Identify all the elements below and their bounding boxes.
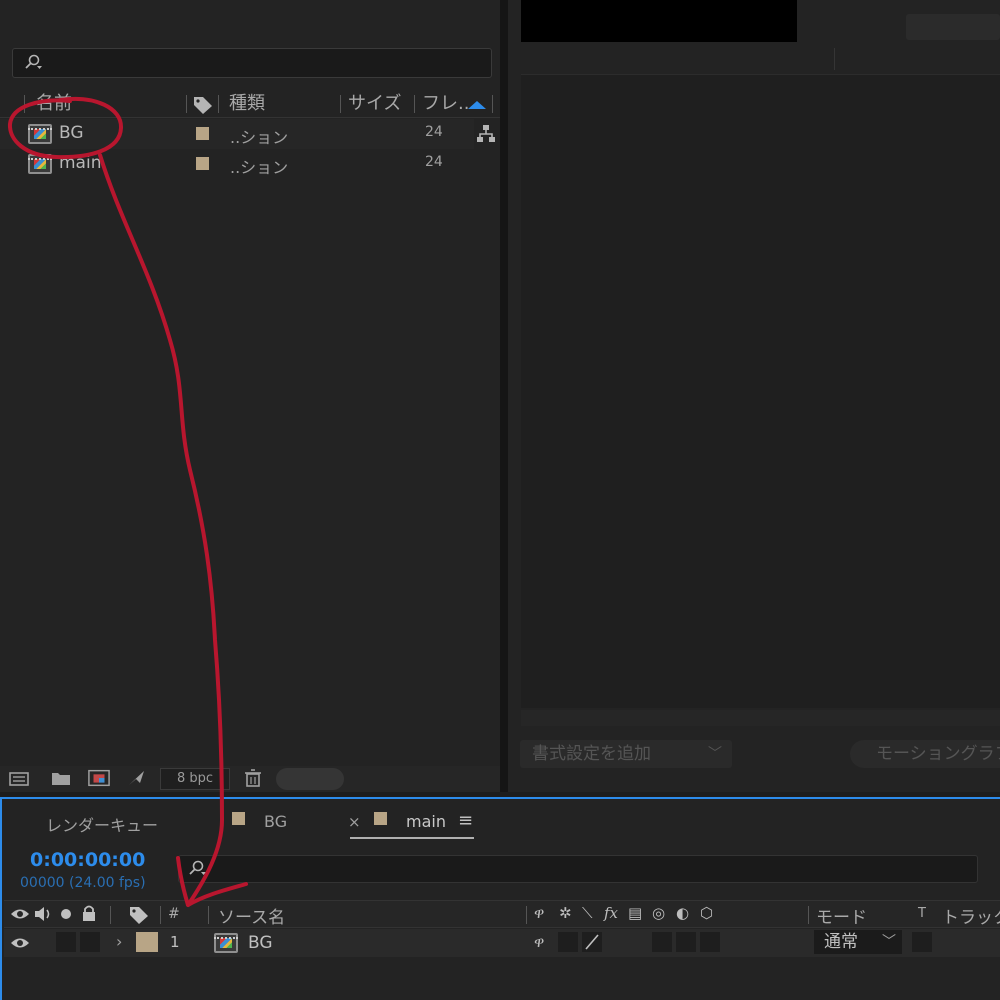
project-item-bg[interactable]: BG ..ション 24 — [0, 119, 474, 149]
layer-number: 1 — [170, 933, 180, 951]
search-icon — [25, 54, 42, 69]
close-tab-icon[interactable]: × — [348, 813, 361, 831]
column-separator — [414, 95, 415, 113]
frame-rate-readout: 00000 (24.00 fps) — [20, 875, 146, 891]
blend-mode-select[interactable]: 通常 ﹀ — [814, 930, 902, 954]
solo-icon[interactable] — [59, 907, 73, 921]
project-item-fps: 24 — [425, 124, 443, 140]
sort-ascending-icon[interactable] — [467, 100, 487, 110]
3d-layer-switch[interactable] — [700, 932, 720, 952]
project-item-fps: 24 — [425, 154, 443, 170]
project-footer: 8 bpc — [0, 766, 500, 792]
column-header-track-matte[interactable]: トラックマ — [942, 903, 1000, 928]
column-header-preserve-transparency[interactable]: T — [918, 906, 926, 921]
chevron-down-icon: ﹀ — [708, 746, 722, 762]
tab-render-queue[interactable]: レンダーキュー — [46, 812, 158, 835]
composition-viewer[interactable] — [521, 74, 1000, 708]
label-tag-icon[interactable] — [128, 905, 150, 925]
shy-switch-icon[interactable]: ዋ — [534, 933, 544, 951]
toolbar-divider — [834, 48, 835, 70]
column-header-number[interactable]: # — [168, 906, 180, 922]
composition-icon — [28, 124, 52, 144]
column-separator — [160, 906, 161, 924]
effects-icon[interactable]: fx — [604, 904, 618, 922]
label-tag-icon[interactable] — [192, 95, 214, 115]
render-icon[interactable] — [126, 769, 148, 787]
project-item-main[interactable]: main ..ション 24 — [0, 149, 474, 179]
flowchart-icon[interactable] — [476, 124, 496, 144]
3d-layer-icon[interactable]: ⬡ — [700, 904, 713, 922]
lock-toggle[interactable] — [80, 932, 100, 952]
active-tab-indicator — [350, 837, 474, 839]
composition-color-swatch — [374, 812, 387, 825]
adjustment-switch[interactable] — [676, 932, 696, 952]
motion-blur-switch[interactable] — [652, 932, 672, 952]
eye-icon[interactable] — [10, 907, 30, 921]
project-item-type: ..ション — [230, 158, 289, 177]
column-header-size[interactable]: サイズ — [348, 91, 401, 117]
collapse-transform-icon[interactable]: ✲ — [559, 904, 572, 922]
audio-speaker-icon[interactable] — [33, 905, 53, 923]
viewer-scrollbar[interactable] — [521, 710, 1000, 726]
composition-color-swatch — [232, 812, 245, 825]
column-header-name[interactable]: 名前 — [36, 91, 72, 117]
trash-icon[interactable] — [242, 769, 264, 787]
timeline-search-input[interactable] — [178, 855, 978, 883]
panel-divider[interactable] — [500, 0, 508, 792]
column-separator — [24, 95, 25, 113]
column-header-type[interactable]: 種類 — [229, 91, 265, 117]
solo-toggle[interactable] — [56, 932, 76, 952]
motion-graphics-button[interactable]: モーショングラフィ — [850, 740, 1000, 768]
quality-icon[interactable]: ⟍ — [582, 904, 593, 922]
folder-icon[interactable] — [50, 769, 72, 787]
panel-menu-icon[interactable]: ≡ — [458, 810, 473, 831]
project-item-name: BG — [59, 123, 84, 143]
column-separator — [808, 906, 809, 924]
collapse-switch[interactable] — [558, 932, 578, 952]
column-header-mode[interactable]: モード — [816, 903, 867, 928]
header-divider — [0, 117, 500, 118]
column-separator — [186, 95, 187, 113]
composition-thumbnail — [521, 0, 797, 42]
project-item-type: ..ション — [230, 128, 289, 147]
layer-source-name[interactable]: BG — [248, 933, 273, 953]
chevron-down-icon: ﹀ — [882, 934, 896, 950]
composition-icon — [214, 933, 238, 953]
layer-visibility-eye-icon[interactable] — [10, 936, 30, 950]
frame-blending-icon[interactable]: ▤ — [628, 904, 642, 922]
layer-label-color[interactable] — [136, 932, 158, 952]
quality-switch[interactable] — [582, 932, 602, 952]
column-separator — [340, 95, 341, 113]
project-item-name: main — [59, 153, 102, 173]
chevron-right-icon[interactable]: › — [116, 932, 122, 951]
bit-depth-button[interactable]: 8 bpc — [160, 768, 230, 790]
add-format-dropdown[interactable]: 書式設定を追加 ﹀ — [520, 740, 732, 768]
column-separator — [526, 906, 527, 924]
thumbnail-size-slider[interactable] — [276, 768, 344, 790]
preserve-transparency-toggle[interactable] — [912, 932, 932, 952]
interpret-footage-icon[interactable] — [8, 769, 30, 787]
label-color-swatch[interactable] — [196, 157, 209, 170]
quality-slash-icon — [585, 934, 599, 950]
column-header-source-name[interactable]: ソース名 — [218, 903, 285, 928]
column-separator — [492, 95, 493, 113]
shy-icon[interactable]: ዋ — [534, 904, 544, 922]
current-time-display[interactable]: 0:00:00:00 — [30, 849, 145, 871]
adjustment-layer-icon[interactable]: ◐ — [676, 904, 689, 922]
panel-tab-pill[interactable] — [906, 14, 1000, 40]
search-icon — [189, 860, 206, 875]
label-color-swatch[interactable] — [196, 127, 209, 140]
motion-blur-icon[interactable]: ◎ — [652, 904, 665, 922]
tab-bg[interactable]: BG — [264, 812, 287, 832]
column-separator — [110, 906, 111, 924]
tab-main[interactable]: main — [406, 812, 446, 832]
project-search-input[interactable] — [12, 48, 492, 78]
add-format-label: 書式設定を追加 — [532, 744, 651, 764]
new-composition-icon[interactable] — [88, 769, 110, 787]
column-separator — [208, 906, 209, 924]
composition-icon — [28, 154, 52, 174]
lock-icon[interactable] — [80, 904, 98, 922]
column-separator — [218, 95, 219, 113]
blend-mode-value: 通常 — [824, 932, 858, 952]
